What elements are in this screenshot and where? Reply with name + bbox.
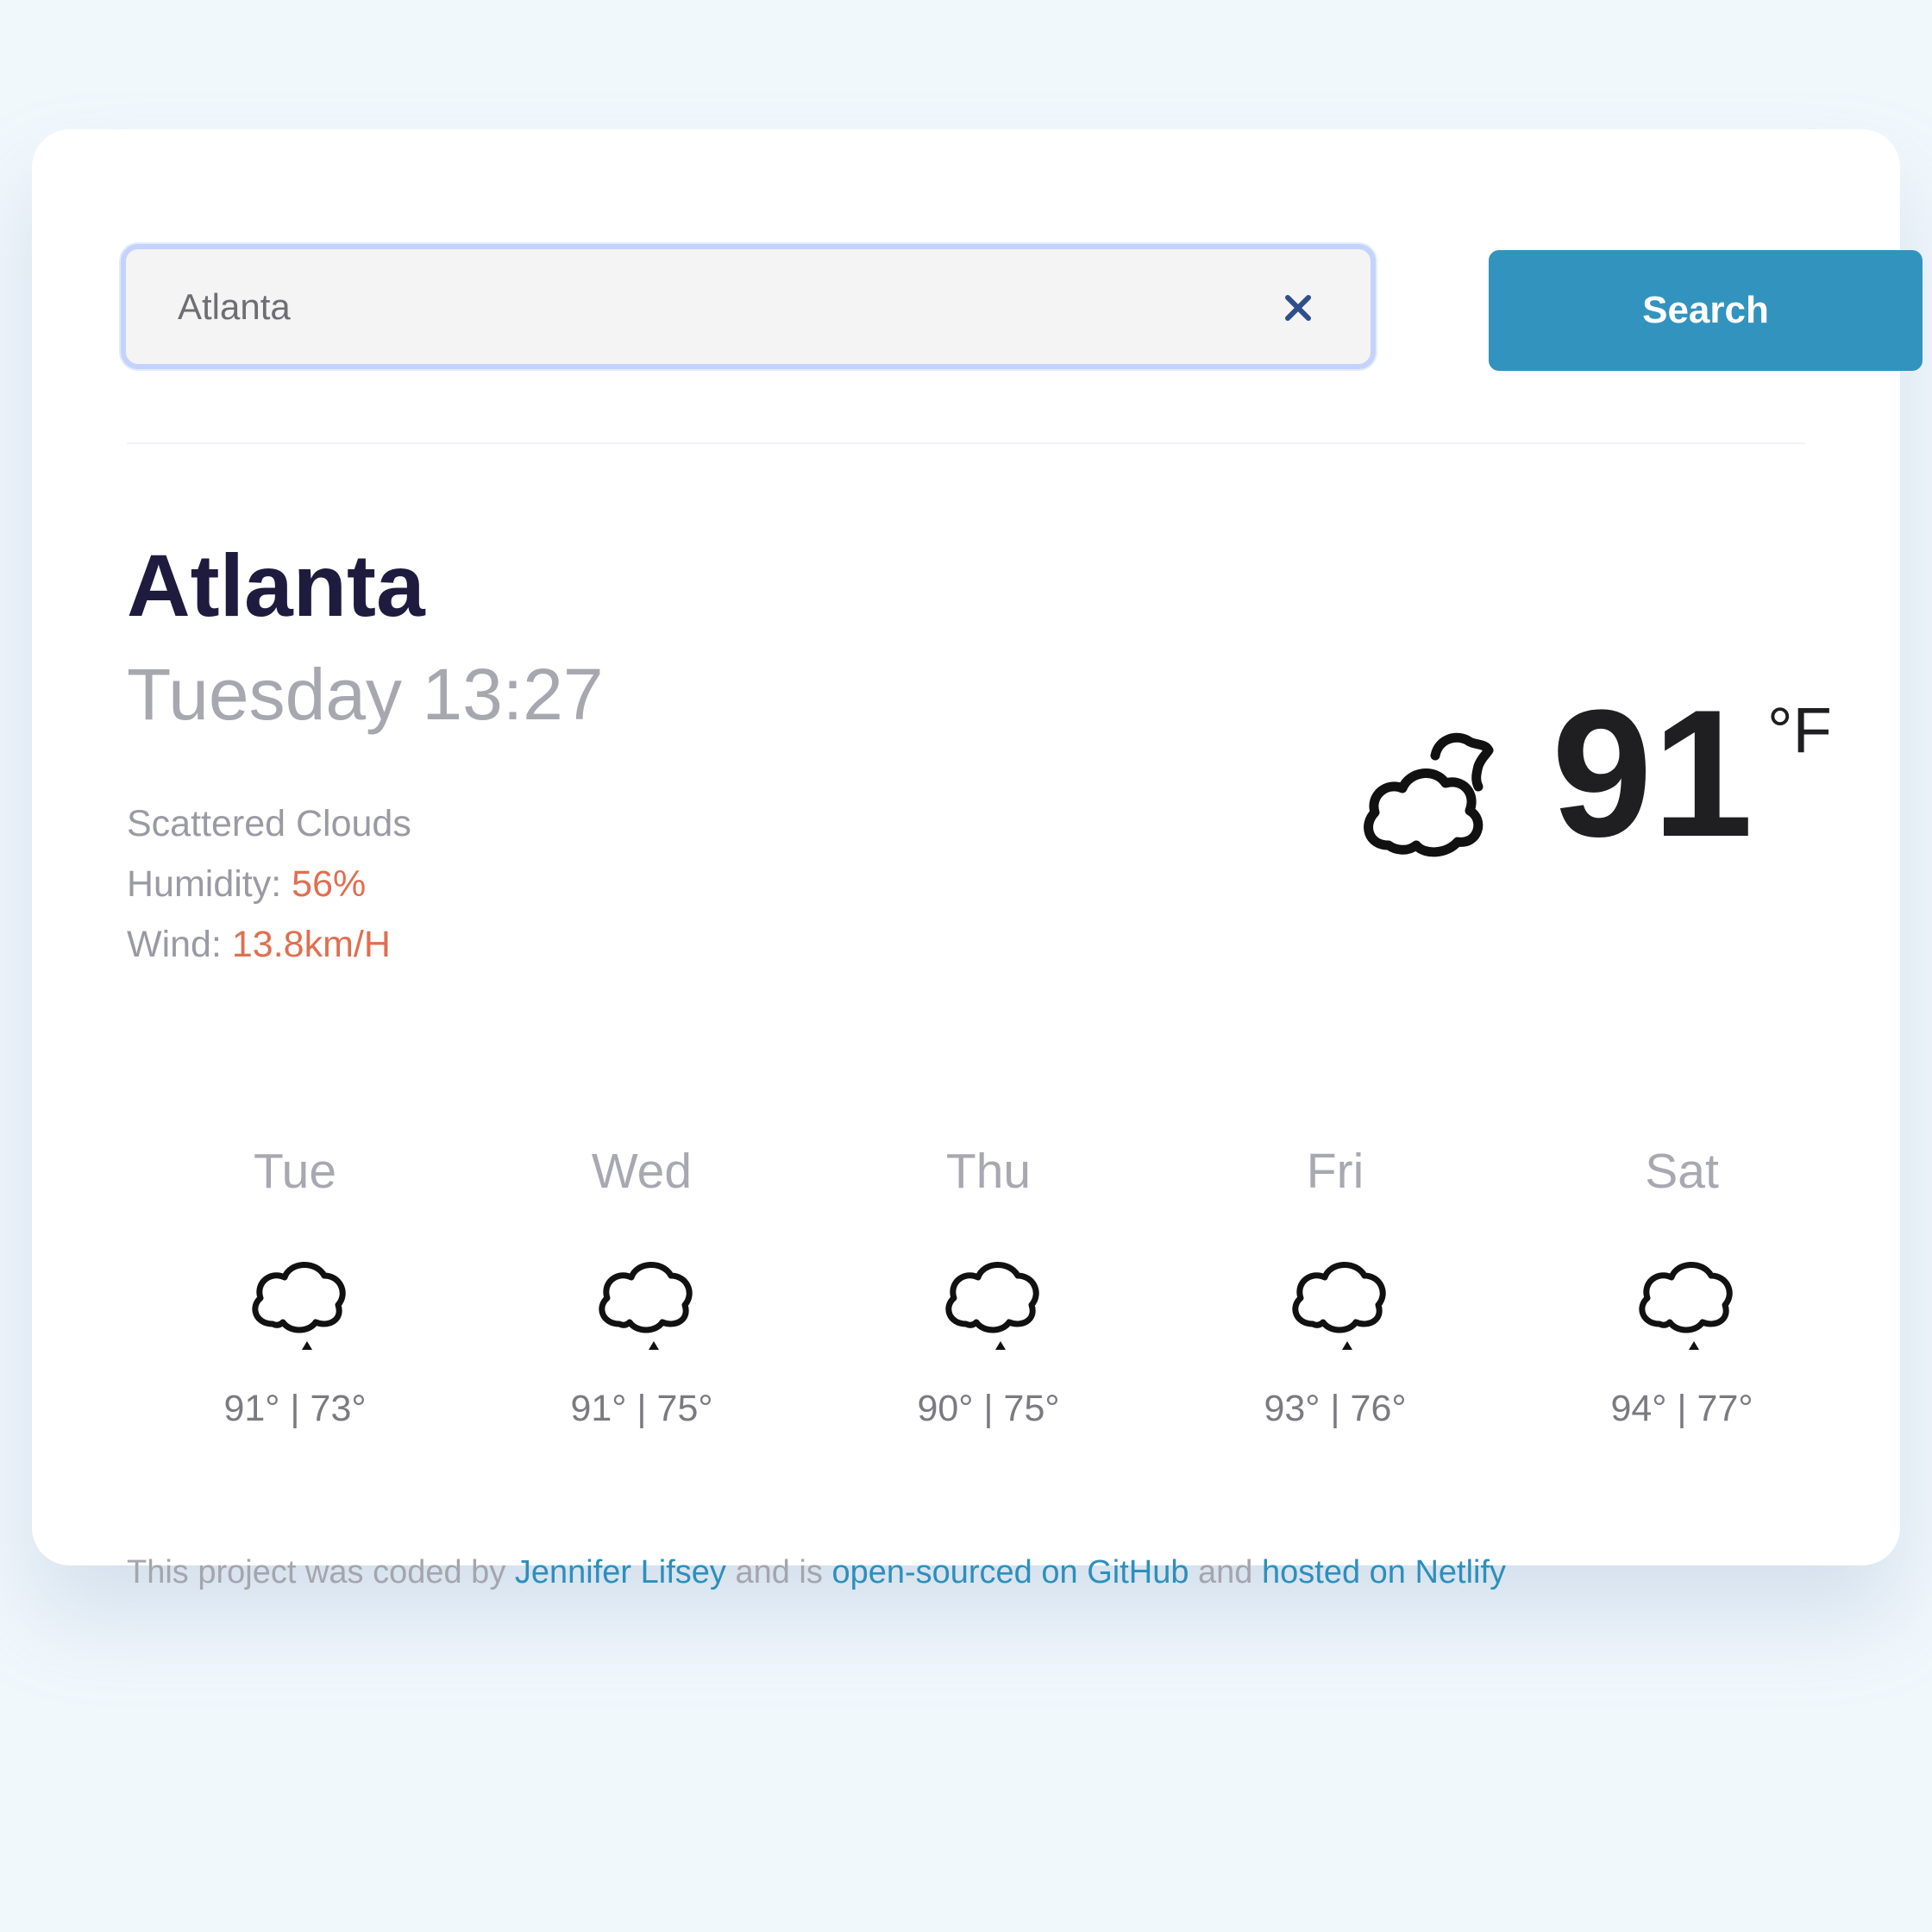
clear-icon[interactable] <box>1281 291 1315 325</box>
wind-row: Wind: 13.8km/H <box>127 914 411 975</box>
forecast-day-name: Sat <box>1645 1144 1719 1199</box>
footer-text: and <box>1189 1554 1262 1590</box>
forecast-day: Sat 94° | 77° <box>1535 1147 1828 1458</box>
search-button[interactable]: Search <box>1489 250 1923 371</box>
forecast-temps: 93° | 76° <box>1264 1388 1407 1429</box>
weather-details: Scattered Clouds Humidity: 56% Wind: 13.… <box>127 794 411 975</box>
rain-cloud-icon <box>252 1262 346 1350</box>
forecast-temps: 90° | 75° <box>917 1388 1060 1429</box>
humidity-label: Humidity: <box>127 863 282 905</box>
weather-card: Search Atlanta Tuesday 13:27 Scattered C… <box>32 129 1923 1590</box>
footer-text: and is <box>725 1554 832 1590</box>
rain-cloud-icon <box>1639 1262 1733 1350</box>
humidity-value: 56% <box>292 863 367 905</box>
partly-cloudy-icon <box>1364 732 1494 857</box>
forecast-day: Wed 91° | 75° <box>495 1147 788 1458</box>
divider <box>127 442 1805 444</box>
temperature-unit[interactable]: °F <box>1767 699 1832 762</box>
forecast-day-name: Thu <box>945 1144 1032 1199</box>
author-link[interactable]: Jennifer Lifsey <box>515 1554 726 1590</box>
rain-cloud-icon <box>599 1262 693 1350</box>
forecast-day: Tue 91° | 73° <box>148 1147 442 1458</box>
rain-cloud-icon <box>945 1262 1039 1350</box>
forecast-day-name: Fri <box>1306 1144 1364 1199</box>
search-box[interactable] <box>121 244 1376 369</box>
humidity-row: Humidity: 56% <box>127 854 411 914</box>
wind-label: Wind: <box>127 924 222 965</box>
footer-text: This project was coded by <box>127 1554 515 1590</box>
github-link[interactable]: open-sourced on GitHub <box>831 1554 1189 1590</box>
current-datetime: Tuesday 13:27 <box>127 654 604 735</box>
forecast-day-name: Tue <box>253 1144 337 1199</box>
city-name: Atlanta <box>127 536 425 635</box>
forecast-temps: 91° | 73° <box>223 1388 367 1429</box>
forecast-temps: 94° | 77° <box>1610 1388 1753 1429</box>
weather-description: Scattered Clouds <box>127 803 411 844</box>
search-form: Search <box>121 244 1923 373</box>
city-search-input[interactable] <box>176 249 1245 364</box>
rain-cloud-icon <box>1292 1262 1386 1350</box>
wind-value: 13.8km/H <box>231 924 391 965</box>
current-temperature: 91 <box>1552 672 1753 875</box>
forecast: Tue 91° | 73° Wed 91° | 75° Thu 90° | 75… <box>127 1147 1860 1458</box>
footer: This project was coded by Jennifer Lifse… <box>127 1554 1506 1591</box>
netlify-link[interactable]: hosted on Netlify <box>1262 1554 1506 1590</box>
forecast-day: Fri 93° | 76° <box>1189 1147 1482 1458</box>
forecast-day: Thu 90° | 75° <box>842 1147 1135 1458</box>
forecast-temps: 91° | 75° <box>570 1388 713 1429</box>
forecast-day-name: Wed <box>591 1144 693 1199</box>
